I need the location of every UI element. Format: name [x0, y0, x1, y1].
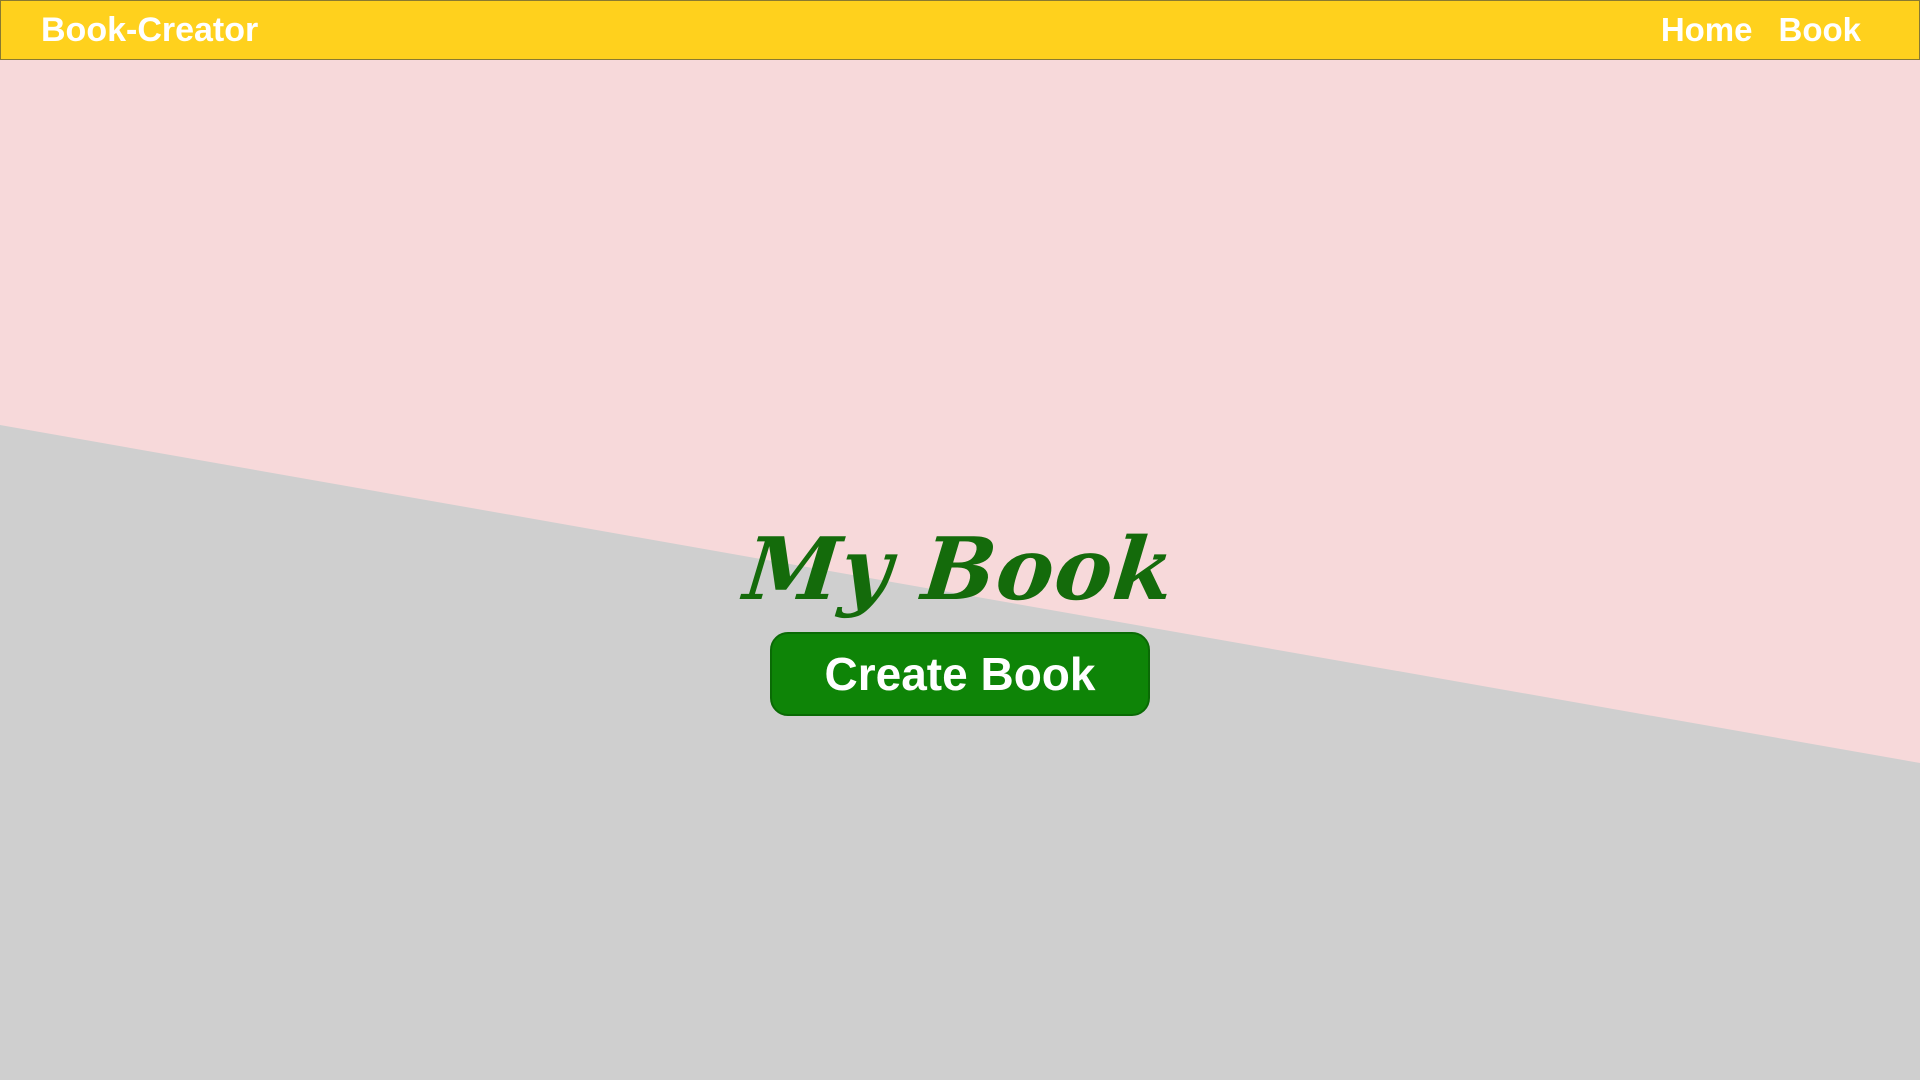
- nav-links: Home Book: [1661, 11, 1861, 49]
- hero: My Book Create Book: [0, 519, 1920, 716]
- nav-link-home[interactable]: Home: [1661, 11, 1753, 49]
- hero-title: My Book: [740, 519, 1180, 620]
- page: Book-Creator Home Book My Book Create Bo…: [0, 0, 1920, 1080]
- brand-link[interactable]: Book-Creator: [41, 11, 258, 50]
- navbar: Book-Creator Home Book: [0, 0, 1920, 60]
- nav-link-book[interactable]: Book: [1779, 11, 1862, 49]
- create-book-button[interactable]: Create Book: [770, 632, 1150, 716]
